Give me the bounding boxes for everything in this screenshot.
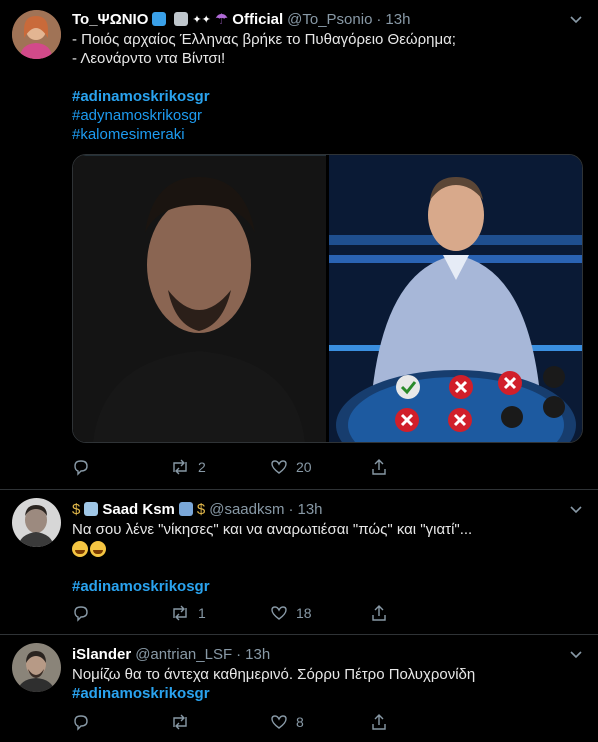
like-button[interactable]: 20 [270, 456, 312, 478]
hashtag-link[interactable]: #adinamoskrikosgr [72, 87, 578, 106]
share-button[interactable] [370, 456, 388, 478]
tweet-media-image[interactable] [72, 154, 583, 443]
tweet-2[interactable]: $ Saad Ksm $ @saadksm · 13h Να σου λένε … [0, 490, 598, 632]
tweet-header: iSlander @antrian_LSF · 13h [72, 644, 568, 664]
chevron-down-icon[interactable] [568, 646, 584, 662]
umbrella-emoji-icon: ☂ [214, 11, 229, 28]
tweet-actions: 8 [72, 711, 392, 733]
like-button[interactable]: 8 [270, 711, 304, 733]
retweet-button[interactable]: 1 [170, 602, 206, 624]
retweet-icon [173, 459, 187, 475]
tweet-line: Να σου λένε "νίκησες" και να αναρωτιέσαι… [72, 521, 473, 538]
reply-button[interactable] [72, 456, 98, 478]
share-button[interactable] [370, 711, 388, 733]
tweet-3[interactable]: iSlander @antrian_LSF · 13h Νομίζω θα το… [0, 635, 598, 742]
chevron-down-icon[interactable] [568, 11, 584, 27]
like-count: 8 [296, 714, 304, 730]
chevron-down-icon[interactable] [568, 501, 584, 517]
hashtag-link[interactable]: #adinamoskrikosgr [72, 577, 578, 596]
separator-dot: · [288, 500, 294, 518]
separator-dot: · [236, 645, 242, 663]
retweet-count: 1 [198, 605, 206, 621]
reply-icon [74, 715, 88, 731]
calendar-emoji-icon [174, 12, 189, 26]
share-icon [372, 605, 386, 621]
like-count: 20 [296, 459, 312, 475]
retweet-icon [173, 605, 187, 621]
money-bag-emoji-icon: $ [196, 500, 206, 518]
avatar[interactable] [12, 10, 61, 59]
reply-button[interactable] [72, 711, 98, 733]
author-name[interactable]: Saad Ksm [102, 501, 175, 518]
tweet-header: $ Saad Ksm $ @saadksm · 13h [72, 499, 568, 519]
tweet-line: - Ποιός αρχαίος Έλληνας βρήκε το Πυθαγόρ… [72, 31, 456, 48]
timestamp[interactable]: 13h [297, 501, 322, 518]
tweet-1[interactable]: To_ΨΩΝΙΟ ✦✦ ☂ Official @To_Psonio · 13h … [0, 0, 598, 488]
reply-icon [74, 460, 88, 476]
author-handle[interactable]: @saadksm [209, 501, 284, 518]
tweet-line: Νομίζω θα το άντεχα καθημερινό. Σόρρυ Πέ… [72, 666, 476, 683]
retweet-button[interactable] [170, 711, 198, 733]
tv-emoji-icon [152, 12, 167, 26]
tweet-text: Νομίζω θα το άντεχα καθημερινό. Σόρρυ Πέ… [72, 665, 578, 703]
like-count: 18 [296, 605, 312, 621]
sparkles-emoji-icon: ✦✦ [192, 13, 211, 26]
hashtag-link[interactable]: #adynamoskrikosgr [72, 106, 578, 125]
tweet-text: - Ποιός αρχαίος Έλληνας βρήκε το Πυθαγόρ… [72, 30, 578, 144]
tweet-line: - Λεονάρντο ντα Βίντσι! [72, 50, 226, 67]
avatar[interactable] [12, 643, 61, 692]
document-emoji-icon [84, 502, 99, 516]
avatar[interactable] [12, 498, 61, 547]
share-button[interactable] [370, 602, 388, 624]
money-bag-emoji-icon: $ [72, 500, 81, 518]
share-icon [372, 459, 386, 475]
hashtag-link[interactable]: #adinamoskrikosgr [72, 684, 578, 703]
tweet-text: Να σου λένε "νίκησες" και να αναρωτιέσαι… [72, 520, 578, 596]
timestamp[interactable]: 13h [245, 646, 270, 663]
author-handle[interactable]: @To_Psonio [287, 11, 372, 28]
reply-icon [74, 606, 88, 622]
reply-button[interactable] [72, 602, 98, 624]
hashtag-link[interactable]: #kalomesimeraki [72, 125, 578, 144]
retweet-icon [173, 714, 187, 730]
laughing-emoji-icon [72, 541, 88, 558]
laughing-emoji-icon [90, 541, 106, 558]
author-handle[interactable]: @antrian_LSF [135, 646, 232, 663]
tweet-header: To_ΨΩΝΙΟ ✦✦ ☂ Official @To_Psonio · 13h [72, 9, 568, 29]
heart-icon [271, 715, 287, 729]
tweet-actions: 1 18 [72, 602, 392, 624]
retweet-button[interactable]: 2 [170, 456, 206, 478]
retweet-count: 2 [198, 459, 206, 475]
heart-icon [271, 606, 287, 620]
share-icon [372, 714, 386, 730]
timestamp[interactable]: 13h [385, 11, 410, 28]
author-name[interactable]: To_ΨΩΝΙΟ [72, 11, 148, 28]
author-name[interactable]: iSlander [72, 646, 131, 663]
laptop-emoji-icon [178, 502, 193, 516]
heart-icon [271, 460, 287, 474]
author-name-suffix[interactable]: Official [232, 11, 283, 28]
separator-dot: · [376, 10, 382, 28]
emoji-row [72, 539, 578, 558]
tweet-actions: 2 20 [72, 456, 392, 478]
like-button[interactable]: 18 [270, 602, 312, 624]
